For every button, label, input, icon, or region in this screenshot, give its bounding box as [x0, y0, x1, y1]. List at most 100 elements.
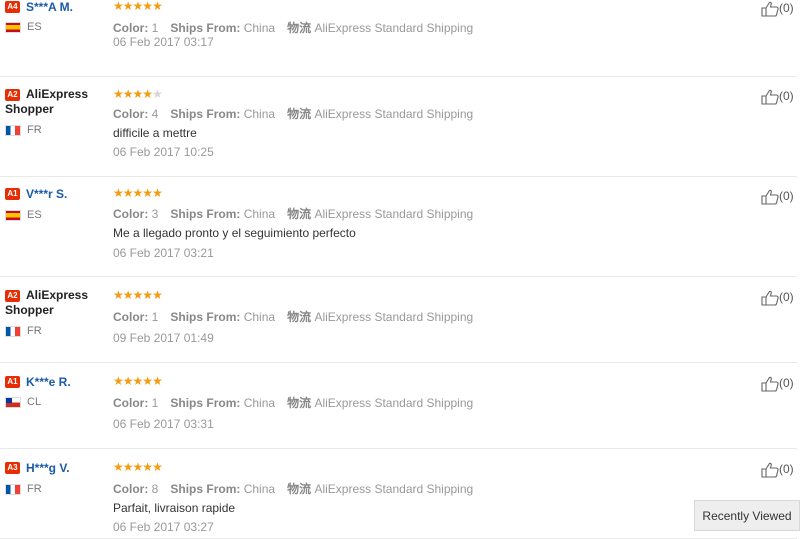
- review-text: difficile a mettre: [113, 126, 197, 140]
- order-info: Color: 1 Ships From: China 物流 AliExpress S…: [113, 19, 473, 36]
- review-text: Parfait, livraison rapide: [113, 501, 236, 515]
- review-item: A1 V***r S. ES ★★★★★ Color: 3 Ships From: Chi…: [0, 176, 797, 277]
- helpful-count: (0): [779, 189, 794, 204]
- ships-from-value: China: [243, 482, 276, 496]
- review-item: A4 S***A M. ES ★★★★★ Color: 1 Ships From: Chi…: [0, 0, 797, 77]
- country-code: CL: [27, 396, 42, 408]
- thumbs-up-icon[interactable]: [761, 462, 779, 478]
- order-info: Color: 4 Ships From: China 物流 AliExpress S…: [113, 105, 473, 122]
- buyer-country: ES: [5, 209, 42, 221]
- helpful-button[interactable]: (0): [761, 189, 794, 205]
- review-date: 09 Feb 2017 01:49: [113, 331, 214, 345]
- buyer-info: A4 S***A M. ES: [5, 0, 105, 33]
- order-info: Color: 3 Ships From: China 物流 AliExpress S…: [113, 205, 473, 222]
- es-flag-icon: [5, 209, 21, 221]
- logistics-value: AliExpress Standard Shipping: [314, 107, 474, 121]
- recently-viewed-button[interactable]: Recently Viewed: [694, 500, 800, 531]
- star-icon: ★: [132, 460, 144, 474]
- order-info: Color: 1 Ships From: China 物流 AliExpress S…: [113, 394, 473, 411]
- review-text: Me a llegado pronto y el seguimiento per…: [113, 226, 356, 240]
- buyer-info: A2 AliExpress Shopper FR: [5, 87, 105, 136]
- review-item: A2 AliExpress Shopper FR ★★★★★ Color: 4 Ships…: [0, 76, 797, 177]
- ships-from-label: Ships From:: [170, 310, 241, 324]
- logistics-value: AliExpress Standard Shipping: [314, 482, 474, 496]
- star-icon: ★: [132, 186, 144, 200]
- star-icon: ★: [152, 460, 163, 474]
- star-rating: ★★★★★: [113, 0, 163, 13]
- country-code: ES: [27, 209, 42, 221]
- thumbs-up-icon[interactable]: [761, 290, 779, 306]
- ships-from-label: Ships From:: [170, 396, 241, 410]
- color-value: 1: [151, 396, 159, 410]
- helpful-button[interactable]: (0): [761, 290, 794, 306]
- buyer-level-badge: A4: [5, 0, 20, 13]
- country-code: FR: [27, 124, 42, 136]
- review-date: 06 Feb 2017 03:17: [113, 35, 214, 49]
- buyer-name[interactable]: V***r S.: [26, 187, 67, 201]
- logistics-value: AliExpress Standard Shipping: [314, 207, 474, 221]
- buyer-level-badge: A2: [5, 88, 20, 101]
- helpful-count: (0): [779, 376, 794, 391]
- star-icon: ★: [122, 288, 134, 302]
- buyer-info: A1 V***r S. ES: [5, 186, 105, 221]
- thumbs-up-icon[interactable]: [761, 1, 779, 17]
- star-icon: ★: [142, 288, 153, 302]
- star-rating: ★★★★★: [113, 186, 163, 200]
- buyer-name[interactable]: S***A M.: [26, 0, 73, 14]
- helpful-button[interactable]: (0): [761, 1, 794, 17]
- color-label: Color:: [113, 310, 149, 324]
- logistics-label: 物流: [287, 21, 312, 35]
- logistics-value: AliExpress Standard Shipping: [314, 310, 474, 324]
- star-icon: ★: [142, 87, 153, 101]
- country-code: ES: [27, 21, 42, 33]
- color-value: 4: [151, 107, 159, 121]
- logistics-label: 物流: [287, 310, 312, 324]
- logistics-label: 物流: [287, 107, 312, 121]
- color-value: 1: [151, 310, 159, 324]
- ships-from-value: China: [243, 207, 276, 221]
- logistics-label: 物流: [287, 396, 312, 410]
- color-value: 8: [151, 482, 159, 496]
- ships-from-value: China: [243, 21, 276, 35]
- buyer-level-badge: A1: [5, 187, 20, 200]
- buyer-name[interactable]: K***e R.: [26, 375, 71, 389]
- country-code: FR: [27, 325, 42, 337]
- star-icon: ★: [152, 288, 163, 302]
- ships-from-label: Ships From:: [170, 21, 241, 35]
- star-icon: ★: [152, 186, 163, 200]
- review-date: 06 Feb 2017 03:27: [113, 520, 214, 534]
- country-code: FR: [27, 483, 42, 495]
- star-icon: ★: [132, 288, 144, 302]
- star-icon: ★: [113, 186, 124, 200]
- ships-from-label: Ships From:: [170, 107, 241, 121]
- helpful-button[interactable]: (0): [761, 376, 794, 392]
- star-icon: ★: [142, 374, 153, 388]
- thumbs-up-icon[interactable]: [761, 189, 779, 205]
- ships-from-value: China: [243, 107, 276, 121]
- thumbs-up-icon[interactable]: [761, 89, 779, 105]
- buyer-name[interactable]: H***g V.: [26, 461, 70, 475]
- star-icon: ★: [142, 0, 153, 13]
- star-icon: ★: [122, 0, 134, 13]
- color-label: Color:: [113, 107, 149, 121]
- star-rating: ★★★★★: [113, 87, 163, 101]
- thumbs-up-icon[interactable]: [761, 376, 779, 392]
- logistics-label: 物流: [287, 207, 312, 221]
- star-icon: ★: [122, 186, 134, 200]
- ships-from-label: Ships From:: [170, 207, 241, 221]
- buyer-country: FR: [5, 483, 42, 495]
- review-item: A1 K***e R. CL ★★★★★ Color: 1 Ships From: Chi…: [0, 362, 797, 449]
- ships-from-value: China: [243, 310, 276, 324]
- ships-from-label: Ships From:: [170, 482, 241, 496]
- es-flag-icon: [5, 21, 21, 33]
- fr-flag-icon: [5, 124, 21, 136]
- ships-from-value: China: [243, 396, 276, 410]
- helpful-button[interactable]: (0): [761, 89, 794, 105]
- fr-flag-icon: [5, 483, 21, 495]
- color-value: 3: [151, 207, 159, 221]
- buyer-info: A1 K***e R. CL: [5, 374, 105, 408]
- helpful-button[interactable]: (0): [761, 462, 794, 478]
- star-icon: ★: [122, 460, 134, 474]
- order-info: Color: 1 Ships From: China 物流 AliExpress S…: [113, 308, 473, 325]
- star-icon: ★: [122, 374, 134, 388]
